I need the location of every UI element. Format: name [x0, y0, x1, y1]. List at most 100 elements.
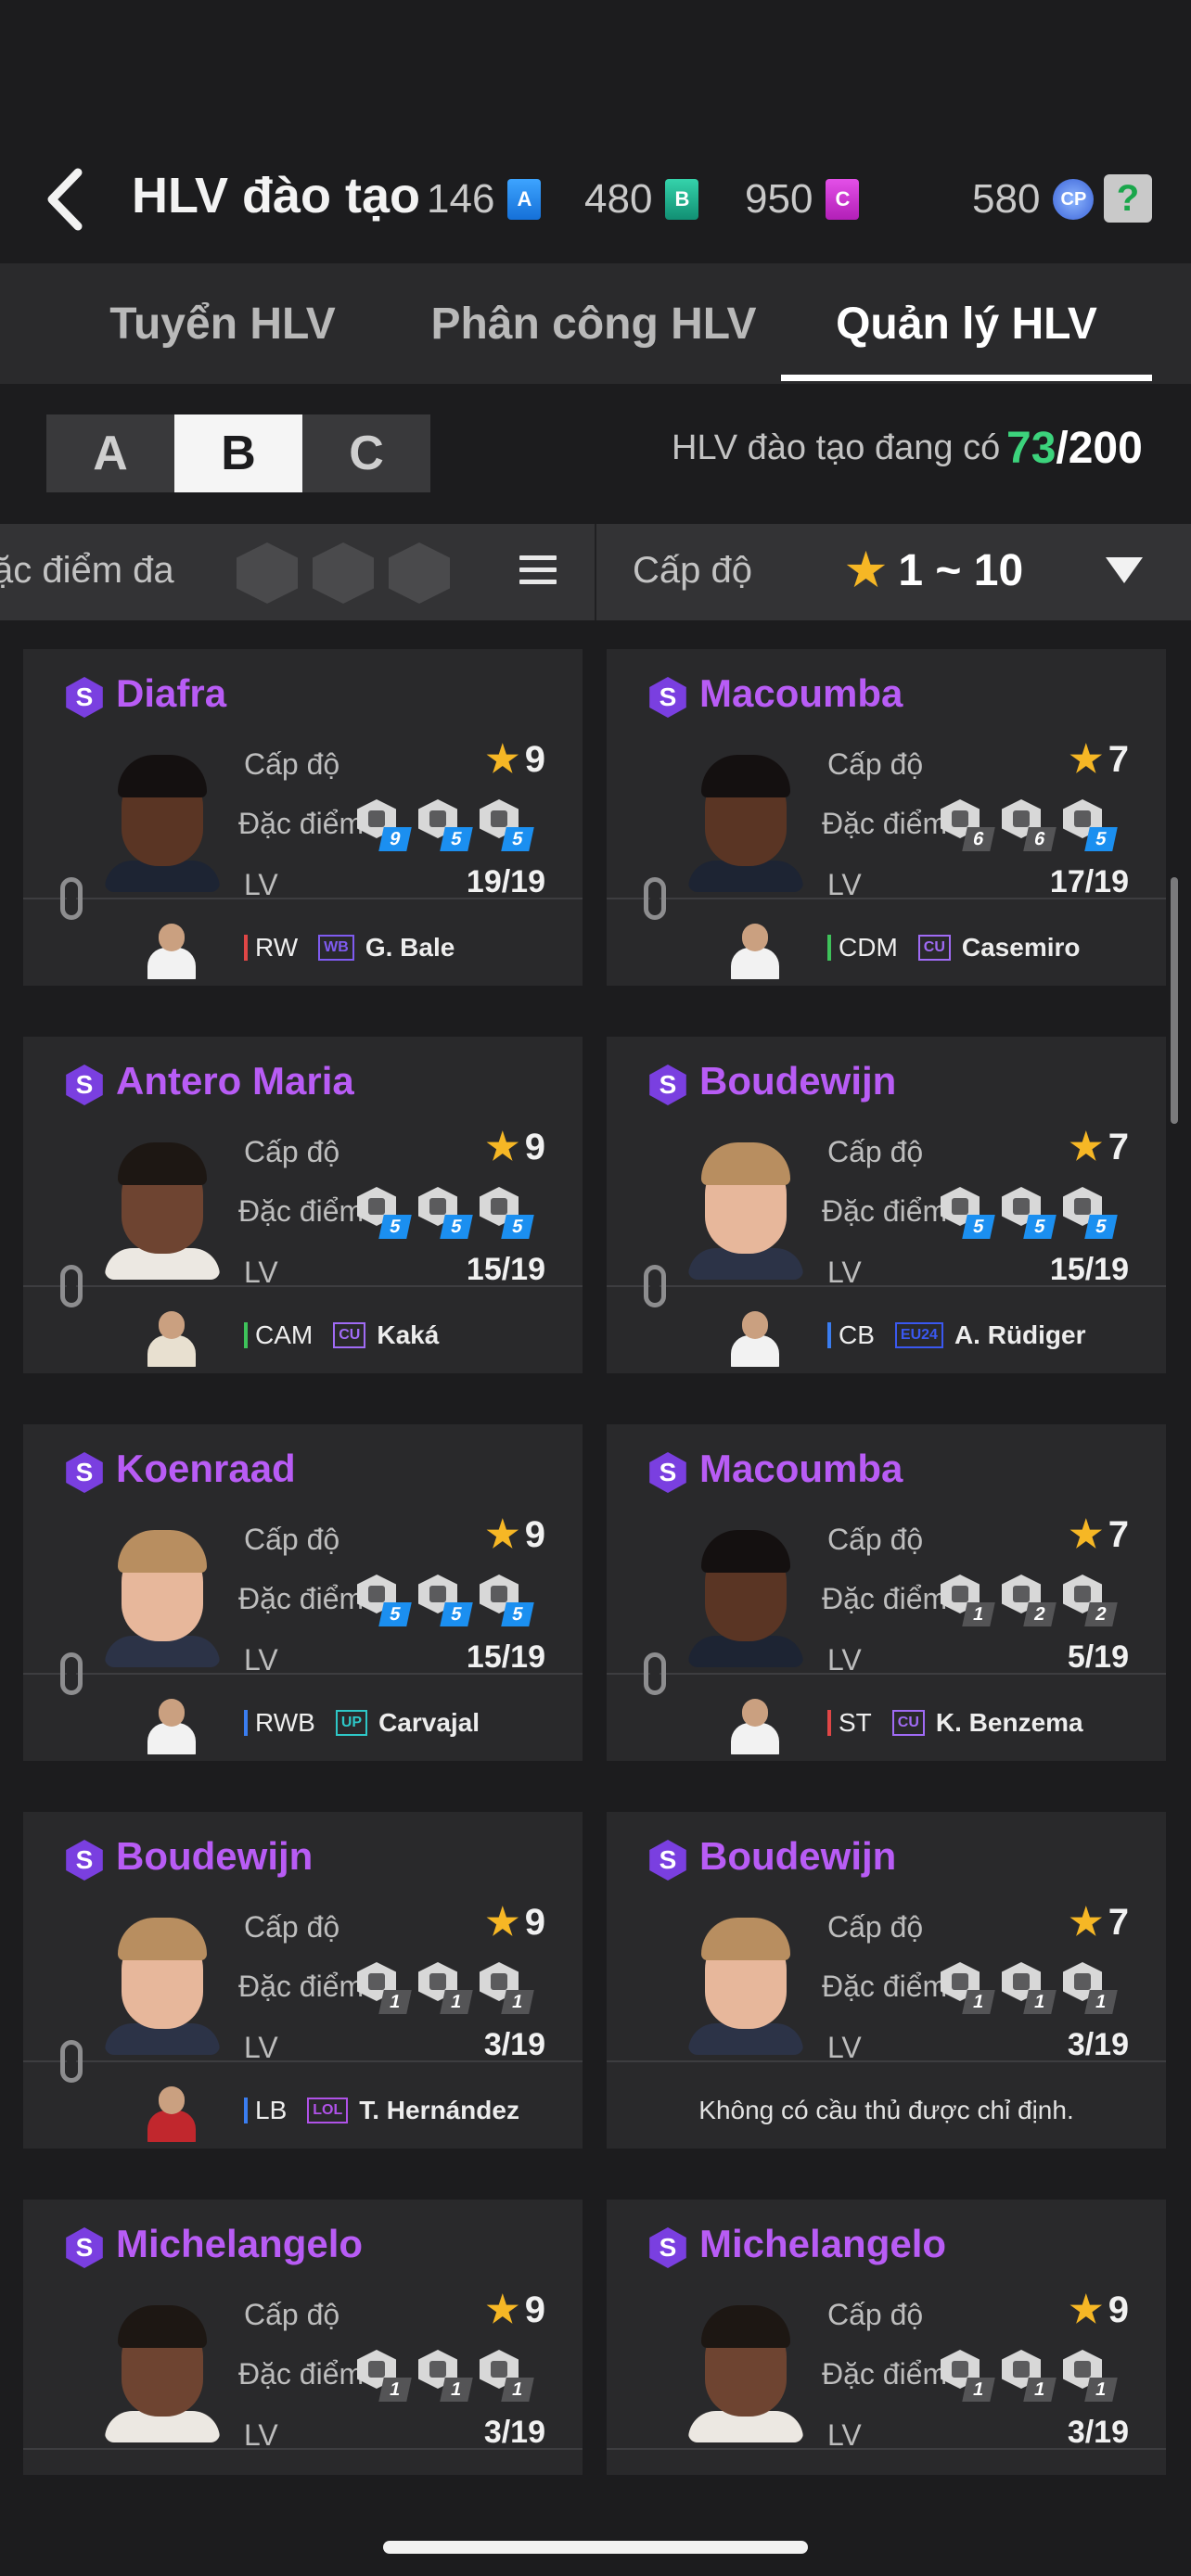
- assigned-player[interactable]: LB LOL T. Hernández: [244, 2096, 519, 2125]
- grade-b-button[interactable]: B: [174, 414, 302, 492]
- trait-icon[interactable]: 5: [357, 1187, 412, 1239]
- divider: [23, 1285, 583, 1287]
- trait-icon[interactable]: 6: [1002, 799, 1057, 851]
- tab-assign-coach[interactable]: Phân công HLV: [417, 263, 770, 384]
- trait-icon[interactable]: 9: [357, 799, 412, 851]
- menu-icon[interactable]: [519, 555, 557, 589]
- trait-value: 1: [1023, 1990, 1057, 2014]
- trait-icon[interactable]: 1: [941, 1962, 995, 2014]
- cp-coin-icon: CP: [1053, 179, 1095, 220]
- coach-card[interactable]: S Michelangelo Cấp độ Đặc điểm LV ★ 9 3/19 1 1 1: [607, 2200, 1166, 2475]
- coach-card[interactable]: S Koenraad Cấp độ Đặc điểm LV ★ 9 15/19 5 5 5 RWB UP…: [23, 1424, 583, 1761]
- assigned-player[interactable]: CDM CU Casemiro: [827, 933, 1081, 963]
- coach-level: ★ 9: [486, 2289, 545, 2331]
- trait-icon[interactable]: 1: [1063, 1962, 1118, 2014]
- star-icon: ★: [1069, 1902, 1103, 1943]
- back-button[interactable]: [37, 162, 93, 236]
- trait-value: 2: [1084, 1602, 1118, 1626]
- trait-value: 6: [1023, 827, 1057, 851]
- position-color-bar: [244, 935, 248, 961]
- trait-icon[interactable]: 1: [941, 2350, 995, 2402]
- trait-icon[interactable]: 5: [418, 1187, 473, 1239]
- coach-level-value: 9: [524, 2289, 545, 2330]
- trait-slot-icon[interactable]: [237, 542, 298, 604]
- trait-icon[interactable]: 1: [418, 1962, 473, 2014]
- assigned-player[interactable]: RW WB G. Bale: [244, 933, 455, 963]
- coach-card[interactable]: S Macoumba Cấp độ Đặc điểm LV ★ 7 5/19 1 2 2 ST CU K.…: [607, 1424, 1166, 1761]
- coach-level-value: 7: [1108, 1902, 1129, 1943]
- trait-icon[interactable]: 1: [1002, 1962, 1057, 2014]
- dropdown-arrow-icon[interactable]: [1106, 557, 1143, 583]
- coach-card[interactable]: S Antero Maria Cấp độ Đặc điểm LV ★ 9 15/19 5 5 5 C…: [23, 1037, 583, 1373]
- divider: [607, 1285, 1166, 1287]
- position-color-bar: [244, 1710, 248, 1736]
- coach-name: Diafra: [116, 671, 227, 715]
- assigned-player[interactable]: CAM CU Kaká: [244, 1320, 439, 1350]
- assigned-player[interactable]: ST CU K. Benzema: [827, 1708, 1083, 1738]
- trait-value: 6: [962, 827, 995, 851]
- tab-recruit-coach[interactable]: Tuyển HLV: [56, 263, 390, 384]
- trait-icon[interactable]: 1: [941, 1575, 995, 1626]
- scrollbar[interactable]: [1171, 877, 1178, 1124]
- player-name: T. Hernández: [359, 2096, 519, 2124]
- trait-filter[interactable]: ặc điểm đa: [0, 524, 594, 620]
- currency-c-value: 950: [745, 176, 813, 222]
- trait-icon[interactable]: 2: [1063, 1575, 1118, 1626]
- coach-card[interactable]: S Boudewijn Cấp độ Đặc điểm LV ★ 7 3/19 1 1 1 Không…: [607, 1812, 1166, 2149]
- assigned-player[interactable]: RWB UP Carvajal: [244, 1708, 480, 1738]
- trait-icon[interactable]: 5: [1063, 1187, 1118, 1239]
- trait-slot-icon[interactable]: [313, 542, 374, 604]
- trait-icon[interactable]: 1: [1063, 2350, 1118, 2402]
- grade-c-button[interactable]: C: [302, 414, 430, 492]
- player-position: CAM: [255, 1320, 314, 1349]
- trait-icon[interactable]: 1: [357, 1962, 412, 2014]
- no-player-text: Không có cầu thủ được chỉ định.: [698, 2096, 1074, 2124]
- grade-s-badge-icon: S: [66, 677, 103, 718]
- help-button[interactable]: ?: [1104, 174, 1152, 223]
- coach-card[interactable]: S Boudewijn Cấp độ Đặc điểm LV ★ 7 15/19 5 5 5 CB EU…: [607, 1037, 1166, 1373]
- player-position: RWB: [255, 1708, 315, 1737]
- coach-card[interactable]: S Michelangelo Cấp độ Đặc điểm LV ★ 9 3/19 1 1 1: [23, 2200, 583, 2475]
- trait-icon[interactable]: 1: [357, 2350, 412, 2402]
- coach-card[interactable]: S Macoumba Cấp độ Đặc điểm LV ★ 7 17/19 6 6 5 CDM CU…: [607, 649, 1166, 986]
- season-badge-icon: WB: [318, 935, 354, 961]
- star-icon: ★: [485, 1902, 519, 1943]
- trait-icon[interactable]: 5: [480, 1575, 534, 1626]
- trait-icon[interactable]: 5: [1063, 799, 1118, 851]
- trait-icon[interactable]: 5: [418, 799, 473, 851]
- level-filter-value[interactable]: ★ 1 ~ 10: [846, 544, 1023, 596]
- trait-value: 5: [440, 827, 473, 851]
- trait-icon[interactable]: 5: [941, 1187, 995, 1239]
- divider: [607, 1673, 1166, 1675]
- player-position: CDM: [839, 933, 898, 962]
- tab-manage-coach[interactable]: Quản lý HLV: [781, 263, 1152, 384]
- trait-icon[interactable]: 1: [1002, 2350, 1057, 2402]
- coach-card[interactable]: S Diafra Cấp độ Đặc điểm LV ★ 9 19/19 9 5 5 RW WB G. …: [23, 649, 583, 986]
- coach-card[interactable]: S Boudewijn Cấp độ Đặc điểm LV ★ 9 3/19 1 1 1 LB LOL…: [23, 1812, 583, 2149]
- trait-icon[interactable]: 6: [941, 799, 995, 851]
- trait-icon[interactable]: 5: [357, 1575, 412, 1626]
- trait-icon[interactable]: 5: [480, 1187, 534, 1239]
- assigned-player[interactable]: CB EU24 A. Rüdiger: [827, 1320, 1086, 1350]
- trait-icon[interactable]: 2: [1002, 1575, 1057, 1626]
- home-indicator[interactable]: [383, 2541, 808, 2554]
- divider: [23, 2448, 583, 2450]
- coach-portrait: [105, 751, 220, 892]
- trait-icon[interactable]: 1: [480, 2350, 534, 2402]
- trait-icon[interactable]: 5: [418, 1575, 473, 1626]
- trait-slot-icon[interactable]: [389, 542, 450, 604]
- grade-s-badge-icon: S: [66, 2227, 103, 2268]
- trait-icon[interactable]: 5: [480, 799, 534, 851]
- star-icon: ★: [1069, 2289, 1103, 2330]
- trait-icon[interactable]: 5: [1002, 1187, 1057, 1239]
- trait-icon[interactable]: 1: [480, 1962, 534, 2014]
- coach-portrait: [688, 1139, 803, 1280]
- coach-lv-progress: 3/19: [483, 2027, 545, 2062]
- player-thumbnail: [142, 920, 201, 979]
- grade-a-button[interactable]: A: [46, 414, 174, 492]
- coach-level: ★ 9: [486, 1513, 545, 1556]
- coach-level: ★ 9: [486, 738, 545, 781]
- trait-icon[interactable]: 1: [418, 2350, 473, 2402]
- ticket-b-icon: B: [665, 179, 699, 220]
- trait-label: Đặc điểm: [822, 1582, 948, 1615]
